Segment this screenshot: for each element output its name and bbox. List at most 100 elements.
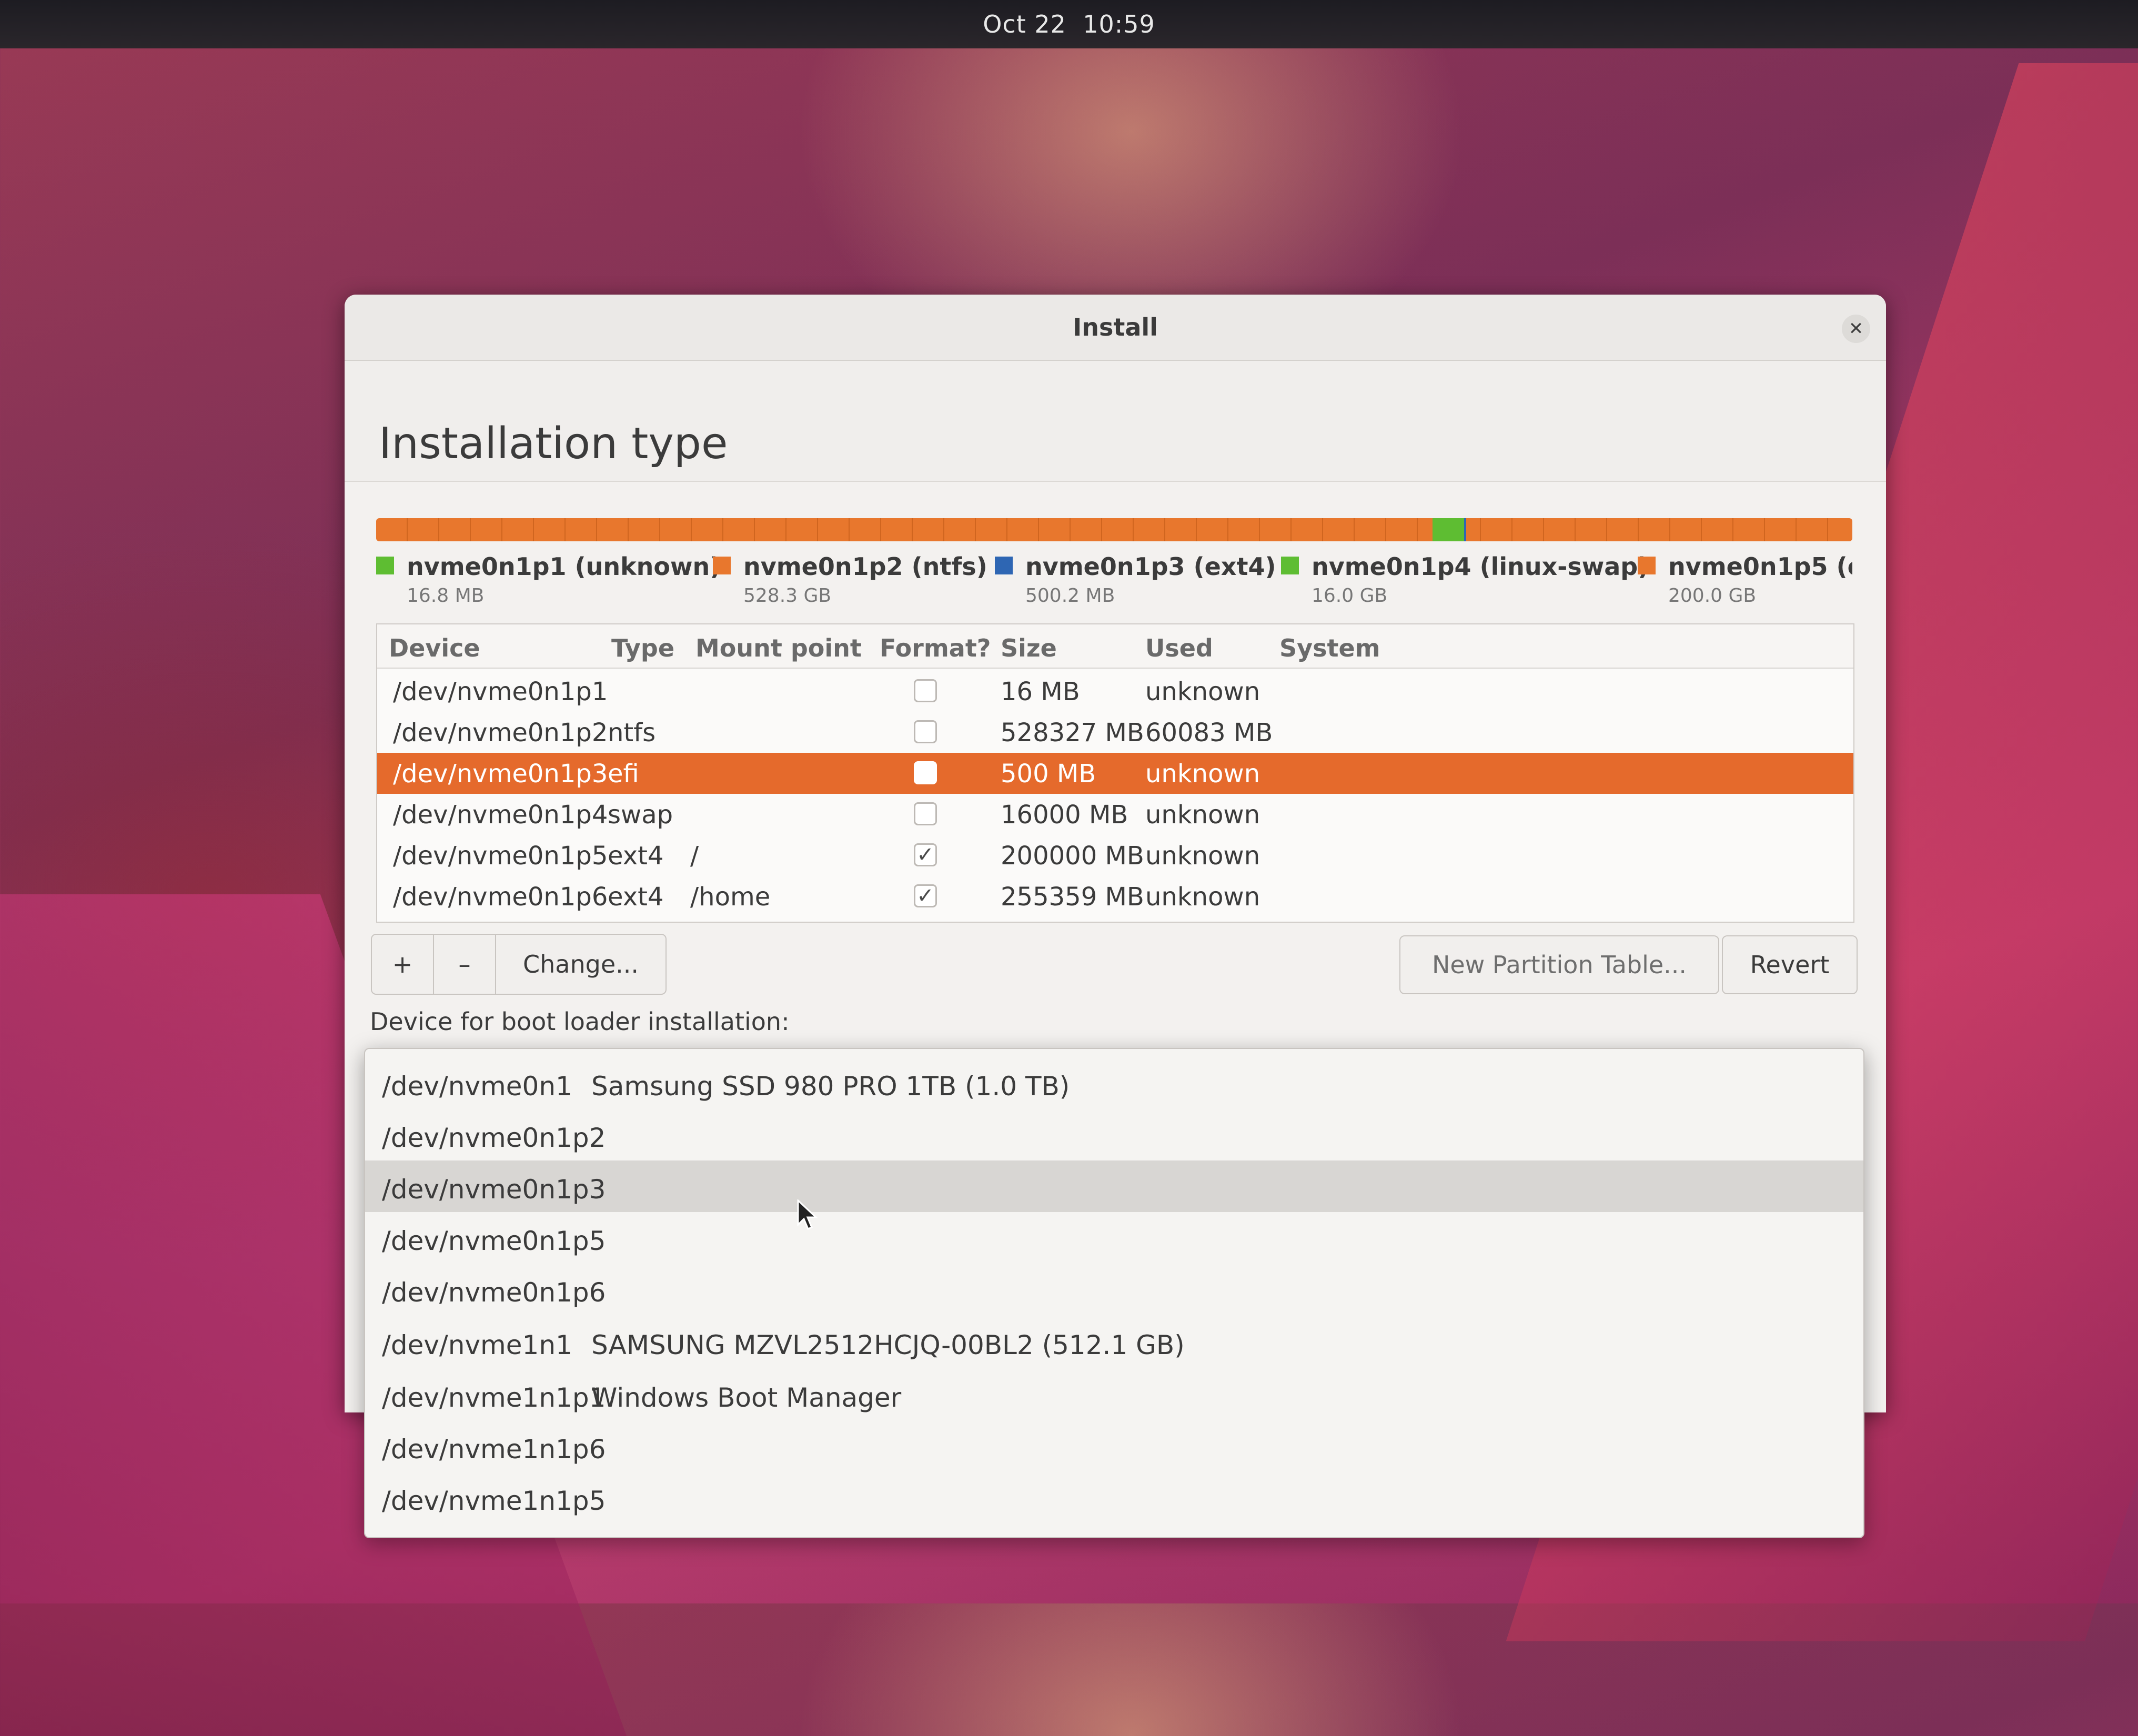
legend-swatch	[713, 557, 731, 574]
cell-used: unknown	[1145, 841, 1260, 871]
partition-table: Device Type Mount point Format? Size Use…	[376, 623, 1854, 923]
cell-size: 16 MB	[1001, 677, 1080, 706]
cell-type: swap	[608, 800, 673, 830]
legend-label: nvme0n1p4 (linux-swap)	[1312, 552, 1649, 581]
boot-loader-device-dropdown[interactable]: /dev/nvme0n1 Samsung SSD 980 PRO 1TB (1.…	[364, 1048, 1864, 1538]
legend-swatch	[1638, 557, 1656, 574]
legend-size: 528.3 GB	[743, 585, 832, 605]
cell-used: 60083 MB	[1145, 718, 1273, 748]
legend-swatch	[995, 557, 1013, 574]
boot-device-option-hovered[interactable]: /dev/nvme0n1p3	[365, 1160, 1863, 1212]
column-header-size[interactable]: Size	[1001, 634, 1057, 662]
option-device: /dev/nvme1n1	[382, 1330, 572, 1360]
boot-loader-label: Device for boot loader installation:	[370, 1007, 790, 1036]
cell-used: unknown	[1145, 677, 1260, 706]
column-header-mount[interactable]: Mount point	[695, 634, 862, 662]
table-row[interactable]: /dev/nvme0n1p4 swap 16000 MB unknown	[377, 794, 1853, 835]
column-header-format[interactable]: Format?	[880, 634, 991, 662]
table-row[interactable]: /dev/nvme0n1p6 ext4 /home ✓ 255359 MB un…	[377, 876, 1853, 917]
format-checkbox[interactable]	[914, 802, 937, 825]
column-header-device[interactable]: Device	[389, 634, 480, 662]
option-device: /dev/nvme0n1p5	[382, 1226, 606, 1256]
partition-bar	[376, 518, 1852, 541]
partition-bar-segment-ext4	[1464, 518, 1466, 541]
legend-label: nvme0n1p3 (ext4)	[1025, 552, 1276, 581]
format-checkbox[interactable]	[914, 679, 937, 702]
table-row-selected[interactable]: /dev/nvme0n1p3 efi 500 MB unknown	[377, 753, 1853, 794]
remove-partition-button[interactable]: –	[434, 935, 496, 994]
top-bar: Oct 22 10:59	[0, 0, 2138, 48]
boot-device-option[interactable]: /dev/nvme1n1p5	[365, 1472, 1863, 1523]
window-title: Install	[1073, 313, 1158, 341]
option-device: /dev/nvme1n1p6	[382, 1434, 606, 1465]
table-row[interactable]: /dev/nvme0n1p1 16 MB unknown	[377, 671, 1853, 712]
format-checkbox[interactable]: ✓	[914, 843, 937, 866]
add-partition-button[interactable]: +	[372, 935, 434, 994]
legend-size: 16.0 GB	[1312, 585, 1388, 605]
cell-used: unknown	[1145, 882, 1260, 912]
table-row[interactable]: /dev/nvme0n1p5 ext4 / ✓ 200000 MB unknow…	[377, 835, 1853, 876]
option-description: Windows Boot Manager	[591, 1382, 902, 1413]
cell-mount: /	[690, 841, 699, 871]
legend-label: nvme0n1p5 (e	[1668, 552, 1852, 581]
page-title: Installation type	[379, 419, 728, 469]
clock[interactable]: Oct 22 10:59	[983, 10, 1155, 38]
partition-legend: nvme0n1p1 (unknown) 16.8 MB nvme0n1p2 (n…	[376, 552, 1852, 605]
cell-size: 200000 MB	[1001, 841, 1144, 871]
cell-type: ext4	[608, 841, 664, 871]
cell-device: /dev/nvme0n1p2	[393, 718, 608, 748]
mouse-pointer-icon	[797, 1199, 818, 1230]
format-checkbox[interactable]	[914, 761, 937, 784]
format-checkbox[interactable]: ✓	[914, 884, 937, 907]
cell-device: /dev/nvme0n1p6	[393, 882, 608, 912]
cell-size: 255359 MB	[1001, 882, 1144, 912]
cell-device: /dev/nvme0n1p5	[393, 841, 608, 871]
window-titlebar[interactable]: Install ✕	[345, 295, 1886, 361]
revert-button[interactable]: Revert	[1722, 935, 1858, 994]
option-device: /dev/nvme0n1p2	[382, 1123, 606, 1153]
cell-type: ext4	[608, 882, 664, 912]
boot-device-option[interactable]: /dev/nvme1n1p1 Windows Boot Manager	[365, 1369, 1863, 1420]
legend-label: nvme0n1p2 (ntfs)	[743, 552, 987, 581]
cell-mount: /home	[690, 882, 771, 912]
boot-device-option[interactable]: /dev/nvme1n1 SAMSUNG MZVL2512HCJQ-00BL2 …	[365, 1316, 1863, 1368]
cell-type: efi	[608, 759, 639, 789]
format-checkbox[interactable]	[914, 720, 937, 743]
partition-bar-segment-swap	[1433, 518, 1464, 541]
cell-type: ntfs	[608, 718, 656, 748]
cell-used: unknown	[1145, 759, 1260, 789]
cell-size: 528327 MB	[1001, 718, 1144, 748]
close-icon: ✕	[1848, 318, 1864, 339]
cell-used: unknown	[1145, 800, 1260, 830]
new-partition-table-button[interactable]: New Partition Table...	[1399, 935, 1719, 994]
page-header: Installation type	[345, 361, 1886, 482]
cell-device: /dev/nvme0n1p4	[393, 800, 608, 830]
legend-size: 16.8 MB	[407, 585, 485, 605]
clock-time: 10:59	[1083, 10, 1155, 38]
legend-swatch	[1281, 557, 1299, 574]
column-header-used[interactable]: Used	[1145, 634, 1213, 662]
cell-device: /dev/nvme0n1p1	[393, 677, 608, 706]
change-partition-button[interactable]: Change...	[496, 935, 665, 994]
option-device: /dev/nvme0n1p3	[382, 1174, 606, 1205]
boot-device-option[interactable]: /dev/nvme0n1p2	[365, 1109, 1863, 1160]
boot-device-option[interactable]: /dev/nvme0n1p5	[365, 1212, 1863, 1264]
option-device: /dev/nvme0n1	[382, 1071, 572, 1102]
table-row[interactable]: /dev/nvme0n1p2 ntfs 528327 MB 60083 MB	[377, 712, 1853, 753]
partition-toolbar: + – Change...	[371, 934, 667, 995]
column-header-type[interactable]: Type	[611, 634, 674, 662]
legend-label: nvme0n1p1 (unknown)	[407, 552, 721, 581]
close-button[interactable]: ✕	[1842, 315, 1870, 343]
option-description: SAMSUNG MZVL2512HCJQ-00BL2 (512.1 GB)	[591, 1330, 1185, 1360]
boot-device-option[interactable]: /dev/nvme0n1p6	[365, 1264, 1863, 1315]
legend-size: 500.2 MB	[1025, 585, 1115, 605]
cell-size: 16000 MB	[1001, 800, 1128, 830]
option-device: /dev/nvme1n1p5	[382, 1486, 606, 1516]
cell-device: /dev/nvme0n1p3	[393, 759, 608, 789]
boot-device-option[interactable]: /dev/nvme0n1 Samsung SSD 980 PRO 1TB (1.…	[365, 1057, 1863, 1109]
option-device: /dev/nvme1n1p1	[382, 1382, 606, 1413]
boot-device-option[interactable]: /dev/nvme1n1p6	[365, 1420, 1863, 1472]
clock-date: Oct 22	[983, 10, 1066, 38]
column-header-system[interactable]: System	[1279, 634, 1380, 662]
option-description: Samsung SSD 980 PRO 1TB (1.0 TB)	[591, 1071, 1070, 1102]
